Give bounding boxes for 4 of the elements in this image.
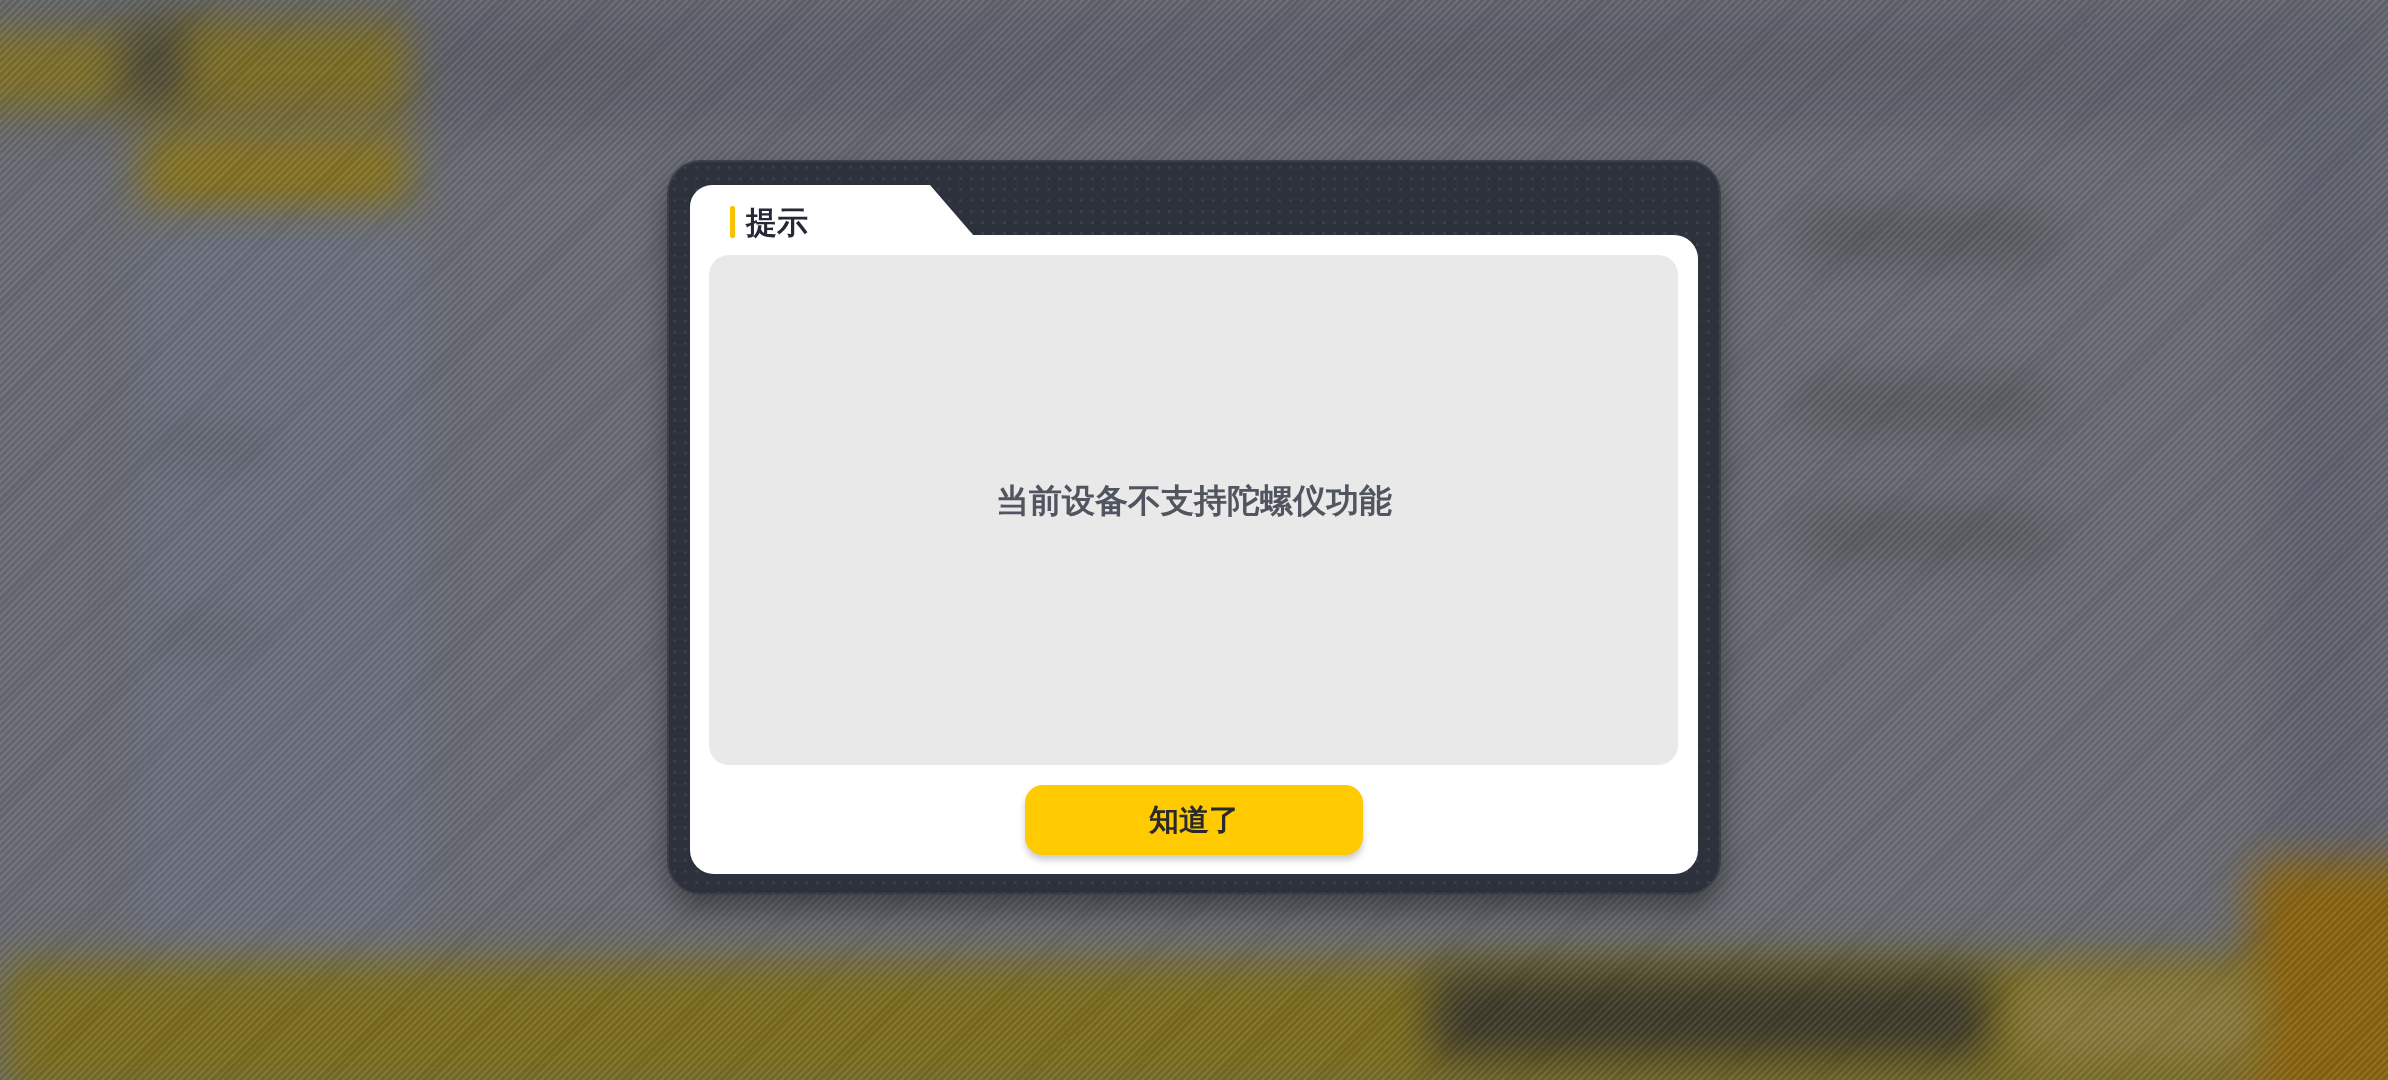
title-marker-icon [730, 206, 735, 238]
dialog-title: 提示 [746, 204, 808, 240]
confirm-button[interactable]: 知道了 [1025, 785, 1363, 855]
message-text: 当前设备不支持陀螺仪功能 [995, 481, 1392, 521]
